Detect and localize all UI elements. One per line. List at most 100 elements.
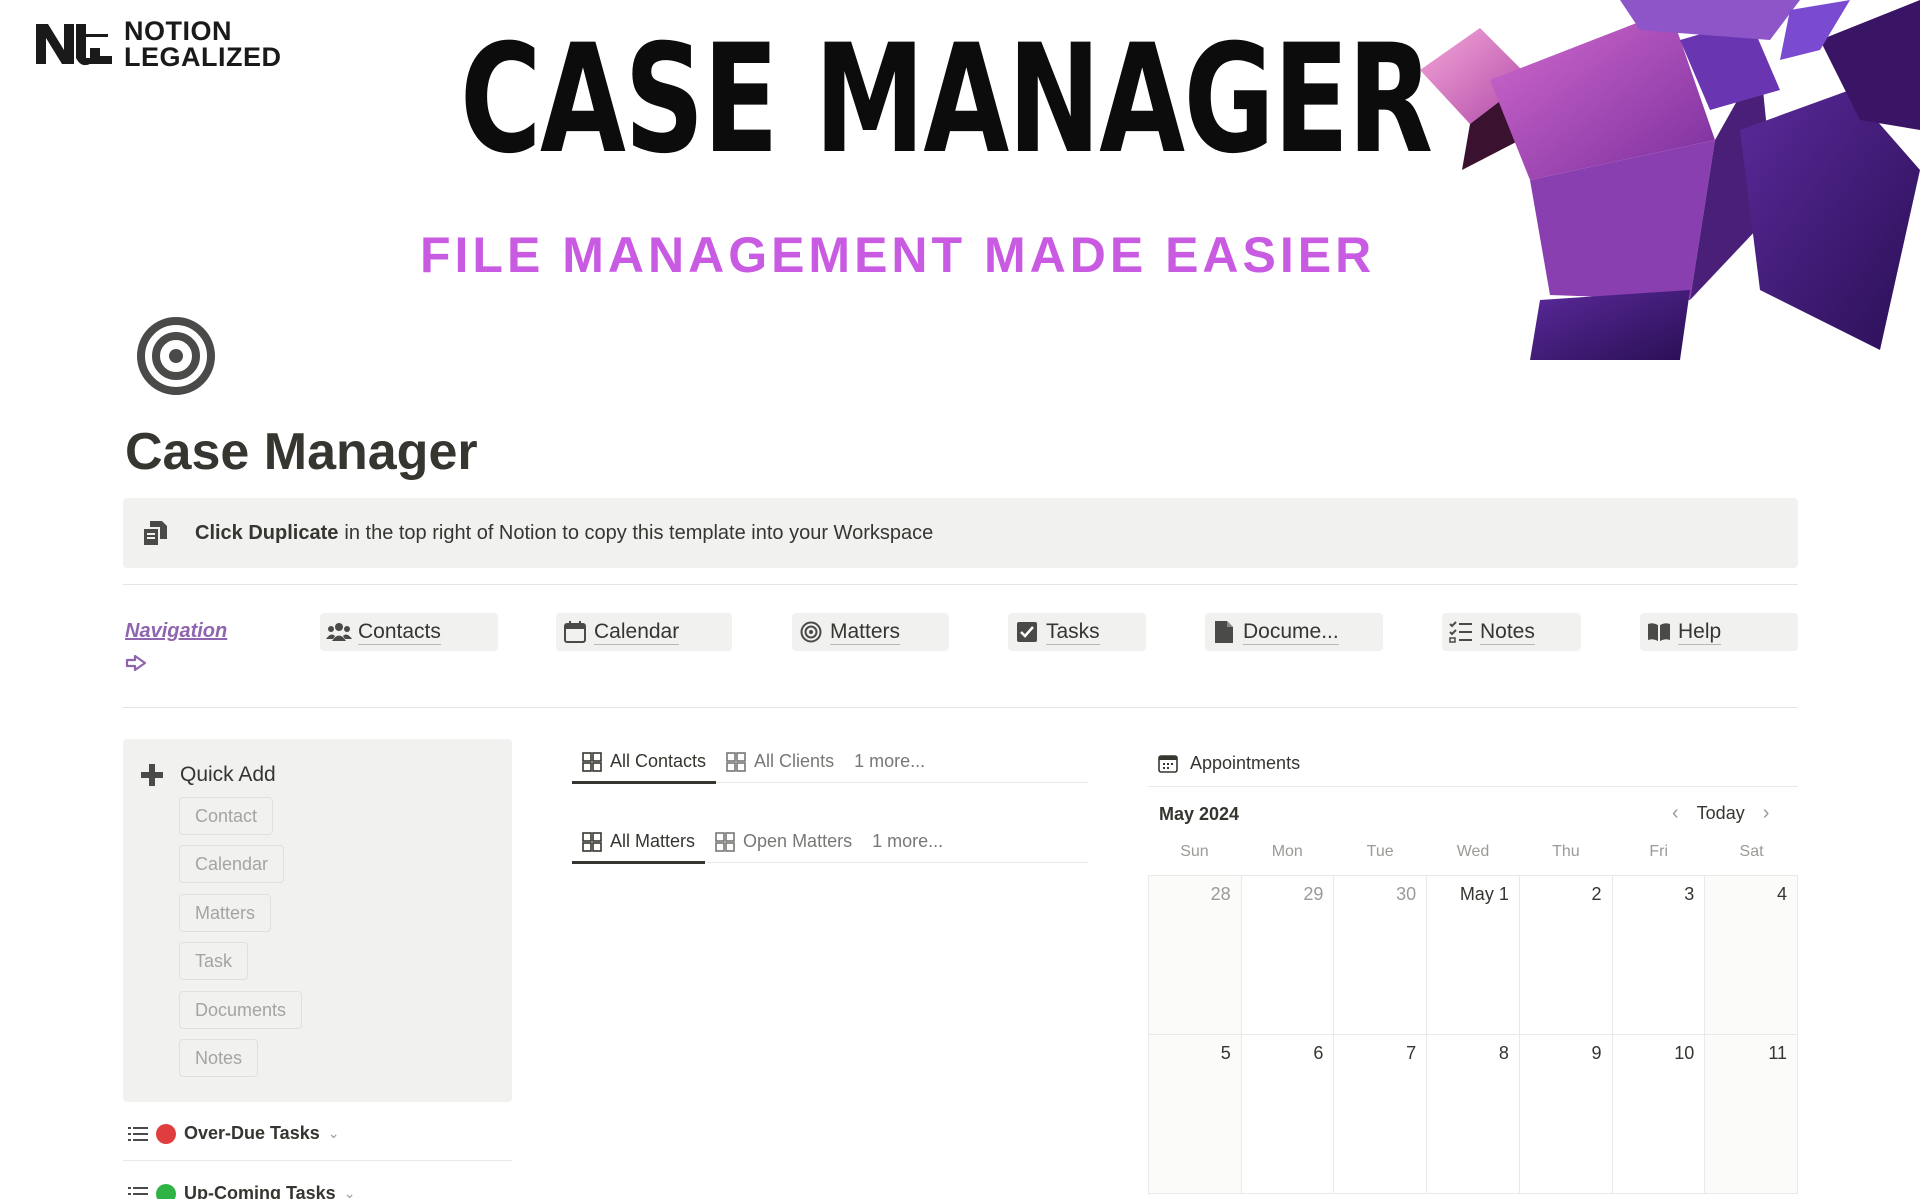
nav-button-contacts[interactable]: Contacts	[320, 613, 498, 651]
nav-button-tasks[interactable]: Tasks	[1008, 613, 1146, 651]
quick-add-title: Quick Add	[180, 763, 276, 786]
tab-label: 1 more...	[854, 751, 926, 771]
callout-text: in the top right of Notion to copy this …	[344, 521, 934, 544]
nav-button-label: Notes	[1480, 619, 1535, 645]
toggle-label: Up-Coming Tasks	[184, 1183, 336, 1199]
calendar-day[interactable]: 28	[1149, 876, 1242, 1035]
chevron-down-icon: ⌄	[327, 1125, 340, 1141]
chevron-left-icon[interactable]: ‹	[1672, 802, 1679, 825]
overdue-tasks-toggle[interactable]: Over-Due Tasks ⌄	[128, 1123, 339, 1144]
tab-all-contacts[interactable]: All Contacts	[572, 741, 717, 784]
nav-button-label: Tasks	[1046, 619, 1100, 645]
brand-line-2: LEGALIZED	[124, 42, 282, 72]
weekday-label: Fri	[1649, 843, 1669, 860]
gallery-icon	[582, 751, 602, 772]
nav-button-label: Docume...	[1243, 619, 1339, 645]
divider-top	[123, 584, 1798, 585]
quick-add-documents-button[interactable]: Documents	[179, 991, 303, 1029]
calendar-controls: ‹ Today ›	[1672, 802, 1769, 825]
calendar-day[interactable]: 9	[1519, 1035, 1613, 1194]
nav-button-documents[interactable]: Docume...	[1205, 613, 1383, 651]
tab-more-matters[interactable]: 1 more...	[862, 821, 953, 863]
calendar-day[interactable]: 11	[1705, 1035, 1798, 1194]
quick-add-notes-button[interactable]: Notes	[179, 1039, 259, 1077]
purple-cubes-illustration-icon	[1420, 0, 1920, 360]
nav-button-help[interactable]: Help	[1640, 613, 1798, 651]
tab-open-matters[interactable]: Open Matters	[705, 821, 862, 863]
gallery-icon	[726, 751, 746, 772]
brand-logo: NOTION LEGALIZED	[34, 16, 282, 72]
checkbox-icon	[1014, 619, 1040, 645]
cover-title: CASE MANAGER	[460, 13, 1433, 187]
quick-add-matters-button[interactable]: Matters	[179, 894, 272, 932]
weekday-label: Sun	[1180, 843, 1209, 860]
quick-add-task-button[interactable]: Task	[179, 942, 249, 980]
nav-button-calendar[interactable]: Calendar	[556, 613, 732, 651]
calendar-day[interactable]: 3	[1612, 876, 1706, 1035]
calendar-day[interactable]: 8	[1427, 1035, 1520, 1194]
calendar-icon	[1158, 755, 1178, 773]
red-circle-icon	[156, 1123, 176, 1144]
nav-button-notes[interactable]: Notes	[1442, 613, 1581, 651]
toggle-label: Over-Due Tasks	[184, 1123, 320, 1143]
chevron-down-icon: ⌄	[343, 1185, 356, 1199]
calendar-day[interactable]: 10	[1612, 1035, 1706, 1194]
plus-icon	[141, 764, 163, 786]
calendar-grid: 28 29 30 May 1 2 3 4 5 6 7 8 9 10 11	[1148, 875, 1798, 1194]
tab-all-matters[interactable]: All Matters	[572, 821, 706, 864]
checklist-icon	[1448, 619, 1474, 645]
page-title: Case Manager	[125, 423, 478, 481]
tab-label: 1 more...	[872, 831, 944, 851]
navigation-link[interactable]: Navigation	[125, 620, 227, 643]
today-button[interactable]: Today	[1697, 803, 1745, 824]
calendar-day[interactable]: 5	[1149, 1035, 1242, 1194]
calendar-icon	[562, 619, 588, 645]
gallery-icon	[582, 831, 602, 852]
appointments-view-tab[interactable]: Appointments	[1148, 740, 1798, 787]
weekday-label: Thu	[1552, 843, 1580, 860]
calendar-day[interactable]: 30	[1334, 876, 1428, 1035]
calendar-day[interactable]: May 1	[1427, 876, 1520, 1035]
cover-subtitle: FILE MANAGEMENT MADE EASIER	[420, 227, 1376, 283]
quick-add-contact-button[interactable]: Contact	[179, 797, 274, 835]
weekday-label: Tue	[1366, 843, 1394, 860]
nav-button-label: Matters	[830, 619, 901, 645]
arrow-right-icon	[125, 654, 147, 672]
cover-banner: NOTION LEGALIZED CASE MANAGER FILE MANAG…	[0, 0, 1920, 360]
callout: Click Duplicate in the top right of Noti…	[123, 498, 1798, 568]
calendar-day[interactable]: 2	[1519, 876, 1613, 1035]
calendar-day[interactable]: 29	[1241, 876, 1335, 1035]
book-icon	[1646, 619, 1672, 645]
duplicate-pages-icon	[144, 521, 167, 545]
green-circle-icon	[156, 1183, 176, 1199]
appointments-title: Appointments	[1190, 752, 1301, 773]
list-icon	[128, 1126, 148, 1141]
weekday-label: Sat	[1739, 843, 1764, 860]
weekday-label: Mon	[1271, 843, 1303, 860]
tab-more-contacts[interactable]: 1 more...	[844, 741, 935, 783]
tab-label: Open Matters	[743, 831, 853, 851]
upcoming-tasks-toggle[interactable]: Up-Coming Tasks ⌄	[128, 1183, 355, 1199]
calendar-day[interactable]: 4	[1705, 876, 1798, 1035]
calendar-month: May 2024	[1159, 804, 1240, 824]
nav-button-label: Contacts	[358, 619, 441, 645]
people-icon	[326, 619, 352, 645]
chevron-right-icon[interactable]: ›	[1763, 802, 1770, 825]
calendar-weekdays: Sun Mon Tue Wed Thu Fri Sat	[1148, 843, 1798, 861]
tab-label: All Clients	[754, 751, 835, 771]
divider-bottom	[123, 707, 1798, 708]
nav-button-matters[interactable]: Matters	[792, 613, 949, 651]
calendar-day[interactable]: 7	[1334, 1035, 1428, 1194]
toggle-divider	[123, 1160, 512, 1161]
calendar-day[interactable]: 6	[1241, 1035, 1335, 1194]
notion-legalized-logo-icon	[36, 24, 112, 66]
tab-label: All Contacts	[610, 751, 707, 771]
tab-all-clients[interactable]: All Clients	[716, 741, 844, 783]
tab-label: All Matters	[610, 831, 696, 851]
quick-add-calendar-button[interactable]: Calendar	[179, 845, 285, 883]
document-icon	[1211, 619, 1237, 645]
quick-add-panel: Quick Add Contact Calendar Matters Task …	[123, 739, 512, 1102]
quick-add-header: Quick Add	[140, 763, 276, 787]
brand-line-1: NOTION	[124, 16, 232, 46]
callout-bold-text: Click Duplicate	[195, 521, 339, 544]
